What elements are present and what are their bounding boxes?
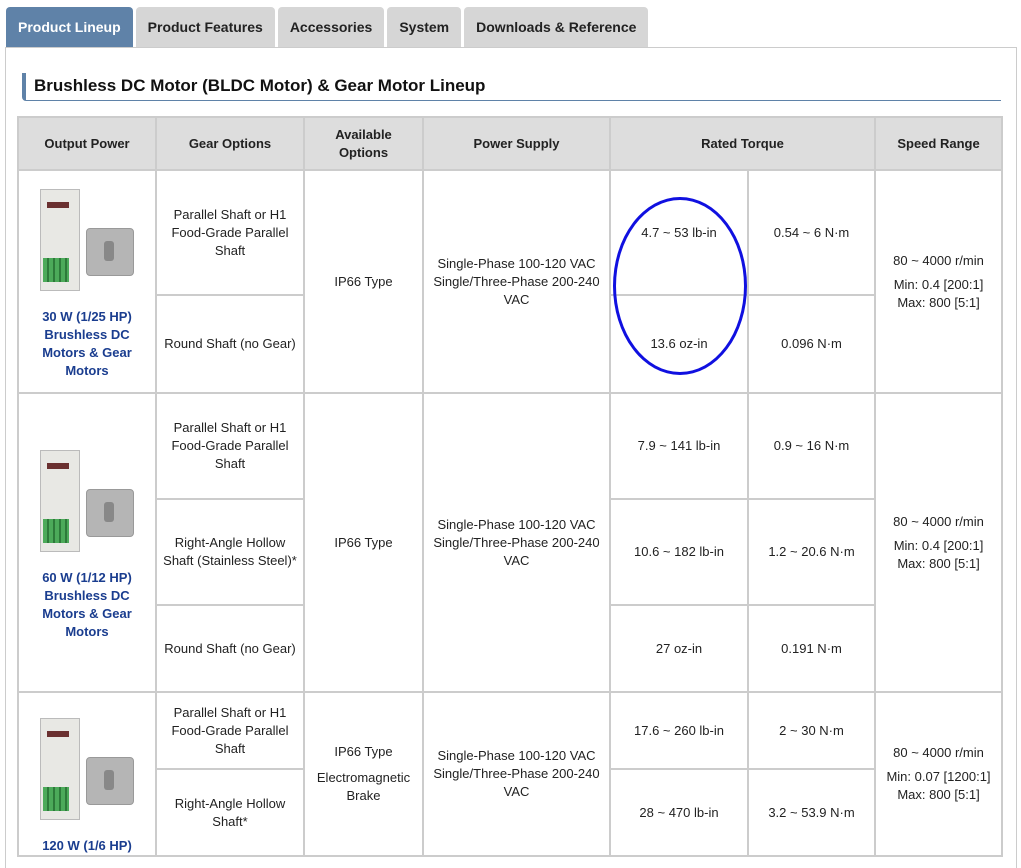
speed-max: Max: 800 [5:1] — [897, 787, 980, 802]
header-available-options: Available Options — [303, 116, 424, 171]
torque-si: 0.191 N·m — [746, 604, 877, 693]
torque-si: 1.2 ~ 20.6 N·m — [746, 498, 877, 606]
tab-product-features[interactable]: Product Features — [135, 7, 275, 47]
power-supply: Single-Phase 100-120 VAC Single/Three-Ph… — [422, 392, 611, 693]
output-power-cell: 30 W (1/25 HP) Brushless DC Motors & Gea… — [17, 169, 157, 394]
available-options: IP66 Type Electromagnetic Brake — [303, 691, 424, 857]
gear-option: Parallel Shaft or H1 Food-Grade Parallel… — [155, 392, 305, 500]
available-options: IP66 Type — [303, 169, 424, 394]
torque-imperial: 27 oz-in — [609, 604, 749, 693]
speed-min: Min: 0.4 [200:1] — [893, 537, 984, 553]
header-gear-options: Gear Options — [155, 116, 305, 171]
torque-imperial: 10.6 ~ 182 lb-in — [609, 498, 749, 606]
speed-range: 80 ~ 4000 r/min Min: 0.4 [200:1] Max: 80… — [874, 392, 1004, 693]
speed-range-value: 80 ~ 4000 r/min — [893, 252, 984, 268]
product-link[interactable]: 60 W (1/12 HP) Brushless DC Motors & Gea… — [23, 569, 151, 641]
tab-accessories[interactable]: Accessories — [277, 7, 385, 47]
torque-imperial: 4.7 ~ 53 lb-in — [609, 169, 749, 296]
available-options: IP66 Type — [303, 392, 424, 693]
torque-si: 0.54 ~ 6 N·m — [746, 169, 877, 296]
torque-imperial: 13.6 oz-in — [609, 294, 749, 394]
speed-max: Max: 800 [5:1] — [897, 555, 980, 571]
speed-max: Max: 800 [5:1] — [897, 294, 980, 310]
tab-system[interactable]: System — [387, 7, 462, 47]
product-image[interactable] — [32, 184, 142, 294]
speed-min: Min: 0.07 [1200:1] — [886, 769, 991, 784]
tab-bar: Product Lineup Product Features Accessor… — [6, 7, 649, 47]
tab-product-lineup[interactable]: Product Lineup — [6, 7, 133, 47]
product-image[interactable] — [32, 445, 142, 555]
section-title: Brushless DC Motor (BLDC Motor) & Gear M… — [34, 76, 486, 95]
torque-si: 0.9 ~ 16 N·m — [746, 392, 877, 500]
speed-range: 80 ~ 4000 r/min Min: 0.07 [1200:1] Max: … — [874, 691, 1004, 857]
torque-imperial: 17.6 ~ 260 lb-in — [609, 690, 749, 771]
power-supply: Single-Phase 100-120 VAC Single/Three-Ph… — [422, 691, 611, 857]
header-rated-torque: Rated Torque — [608, 116, 877, 171]
option-brake: Electromagnetic Brake — [316, 770, 411, 803]
gear-option: Right-Angle Hollow Shaft* — [155, 768, 305, 857]
gear-option: Right-Angle Hollow Shaft (Stainless Stee… — [155, 498, 305, 606]
product-link[interactable]: 30 W (1/25 HP) Brushless DC Motors & Gea… — [23, 308, 151, 380]
gear-option: Parallel Shaft or H1 Food-Grade Parallel… — [155, 169, 305, 296]
table-row: 60 W (1/12 HP) Brushless DC Motors & Gea… — [17, 392, 1004, 693]
gear-option: Parallel Shaft or H1 Food-Grade Parallel… — [155, 690, 305, 771]
table-row: 120 W (1/6 HP) Parallel Shaft or H1 Food… — [17, 690, 1004, 857]
table-row: 30 W (1/25 HP) Brushless DC Motors & Gea… — [17, 169, 1004, 394]
tab-downloads-reference[interactable]: Downloads & Reference — [464, 7, 649, 47]
product-image[interactable] — [32, 713, 142, 823]
table-header-row: Output Power Gear Options Available Opti… — [17, 116, 1004, 171]
power-supply: Single-Phase 100-120 VAC Single/Three-Ph… — [422, 169, 611, 394]
header-power-supply: Power Supply — [422, 116, 611, 171]
torque-si: 3.2 ~ 53.9 N·m — [746, 768, 877, 857]
speed-range-value: 80 ~ 4000 r/min — [893, 745, 984, 760]
torque-si: 2 ~ 30 N·m — [746, 690, 877, 771]
gear-option: Round Shaft (no Gear) — [155, 604, 305, 693]
output-power-cell: 120 W (1/6 HP) — [17, 691, 157, 857]
header-output-power: Output Power — [17, 116, 157, 171]
speed-range-value: 80 ~ 4000 r/min — [893, 513, 984, 529]
product-link[interactable]: 120 W (1/6 HP) — [23, 837, 151, 855]
torque-imperial: 7.9 ~ 141 lb-in — [609, 392, 749, 500]
gear-option: Round Shaft (no Gear) — [155, 294, 305, 394]
section-heading: Brushless DC Motor (BLDC Motor) & Gear M… — [22, 73, 1001, 101]
lineup-table: Output Power Gear Options Available Opti… — [17, 116, 1004, 857]
torque-si: 0.096 N·m — [746, 294, 877, 394]
speed-min: Min: 0.4 [200:1] — [893, 276, 984, 292]
header-speed-range: Speed Range — [874, 116, 1004, 171]
output-power-cell: 60 W (1/12 HP) Brushless DC Motors & Gea… — [17, 392, 157, 693]
speed-range: 80 ~ 4000 r/min Min: 0.4 [200:1] Max: 80… — [874, 169, 1004, 394]
torque-imperial: 28 ~ 470 lb-in — [609, 768, 749, 857]
option-ip66: IP66 Type — [334, 744, 393, 759]
